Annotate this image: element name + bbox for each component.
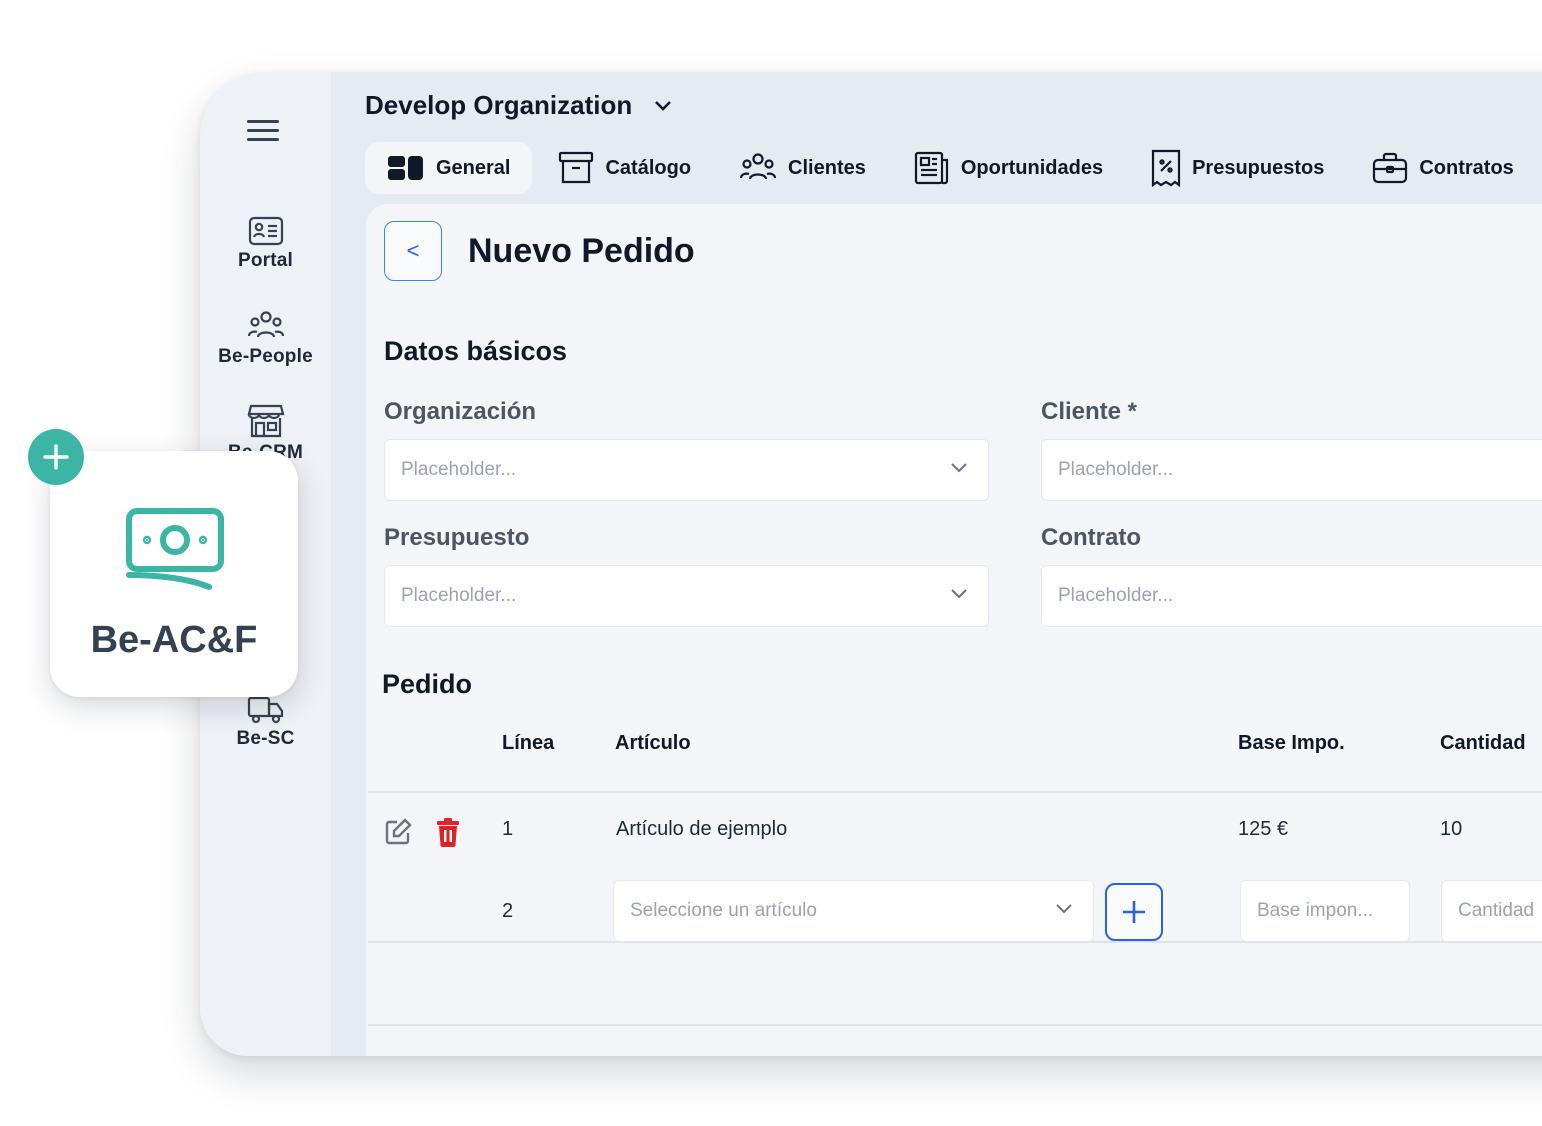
newspaper-icon (914, 151, 948, 185)
article-select[interactable]: Seleccione un artículo (613, 880, 1094, 942)
cantidad-placeholder: Cantidad (1458, 900, 1535, 921)
tab-label: Oportunidades (960, 156, 1104, 179)
add-module-button[interactable] (28, 429, 84, 485)
tab-general[interactable]: General (365, 142, 533, 194)
table-divider (368, 1024, 1542, 1026)
row-cantidad: 10 (1440, 818, 1463, 840)
main-content: < Nuevo Pedido Datos básicos Organizació… (366, 204, 1542, 1056)
money-icon (126, 508, 224, 590)
tab-label: Clientes (788, 156, 866, 179)
tab-presupuestos[interactable]: Presupuestos (1129, 142, 1346, 194)
sidebar-item-label: Portal (237, 250, 294, 271)
chevron-down-icon (655, 100, 672, 111)
back-button[interactable]: < (384, 221, 442, 281)
chevron-down-icon (1056, 904, 1072, 914)
new-row-linea: 2 (502, 900, 514, 922)
contrato-select[interactable]: Placeholder... (1041, 565, 1542, 627)
chevron-down-icon (951, 463, 967, 473)
row-linea: 1 (502, 818, 514, 840)
topbar: Develop Organization General Catálogo Cl… (331, 72, 1542, 204)
truck-icon (247, 696, 283, 724)
people-icon (247, 311, 284, 338)
row-articulo: Artículo de ejemplo (616, 818, 788, 840)
plus-icon (1123, 901, 1145, 923)
organizacion-label: Organización (384, 398, 537, 425)
presupuesto-label: Presupuesto (384, 524, 530, 551)
module-card-be-acf[interactable]: Be-AC&F (50, 451, 298, 697)
tab-label: General (436, 156, 511, 179)
contrato-label: Contrato (1041, 524, 1141, 551)
edit-icon[interactable] (384, 818, 412, 846)
sidebar-item-portal[interactable]: Portal (200, 216, 331, 272)
sidebar-item-label: Be-SC (236, 728, 295, 749)
column-header-base: Base Impo. (1238, 732, 1345, 754)
add-article-button[interactable] (1105, 883, 1163, 941)
id-card-icon (248, 216, 283, 246)
column-header-linea: Línea (502, 732, 555, 754)
plus-icon (43, 444, 69, 470)
order-heading: Pedido (382, 669, 473, 699)
base-placeholder: Base impon... (1257, 900, 1374, 921)
article-placeholder: Seleccione un artículo (630, 900, 817, 921)
cliente-label: Cliente * (1041, 398, 1138, 425)
briefcase-icon (1373, 152, 1408, 184)
tab-clientes[interactable]: Clientes (717, 142, 888, 194)
basic-data-heading: Datos básicos (384, 336, 568, 366)
sidebar-item-label: Be-People (218, 346, 313, 367)
presupuesto-placeholder: Placeholder... (401, 585, 517, 606)
column-header-cantidad: Cantidad (1440, 732, 1526, 754)
table-divider (368, 791, 1542, 793)
app-window: Portal Be-People Be-CRM Be-SC (200, 72, 1542, 1056)
module-card-label: Be-AC&F (90, 619, 258, 661)
receipt-icon (1151, 149, 1181, 187)
sidebar-item-be-people[interactable]: Be-People (200, 310, 331, 368)
organization-selector[interactable]: Develop Organization (365, 90, 672, 121)
organization-name: Develop Organization (365, 90, 633, 120)
cantidad-input[interactable]: Cantidad (1441, 880, 1542, 942)
organizacion-placeholder: Placeholder... (401, 459, 517, 480)
contrato-placeholder: Placeholder... (1058, 585, 1174, 606)
trash-icon[interactable] (436, 817, 460, 847)
cliente-select[interactable]: Placeholder... (1041, 439, 1542, 501)
store-icon (247, 404, 284, 438)
base-input[interactable]: Base impon... (1240, 880, 1410, 942)
row-base: 125 € (1238, 818, 1289, 840)
page-title: Nuevo Pedido (468, 232, 695, 270)
tab-oportunidades[interactable]: Oportunidades (892, 142, 1125, 194)
sidebar-item-be-sc[interactable]: Be-SC (200, 694, 331, 750)
menu-icon[interactable] (247, 120, 279, 144)
presupuesto-select[interactable]: Placeholder... (384, 565, 989, 627)
column-header-articulo: Artículo (615, 732, 691, 754)
organizacion-select[interactable]: Placeholder... (384, 439, 989, 501)
tab-label: Catálogo (605, 156, 692, 179)
module-tabs: General Catálogo Clientes Oportunidades … (365, 142, 1542, 194)
tab-label: Presupuestos (1192, 156, 1325, 179)
chevron-down-icon (951, 589, 967, 599)
tab-label: Contratos (1419, 156, 1514, 179)
cliente-placeholder: Placeholder... (1058, 459, 1174, 480)
people-icon (739, 153, 777, 180)
archive-icon (559, 151, 594, 184)
blocks-icon (388, 156, 423, 180)
tab-catalogo[interactable]: Catálogo (536, 142, 713, 194)
tab-contratos[interactable]: Contratos (1350, 142, 1535, 194)
